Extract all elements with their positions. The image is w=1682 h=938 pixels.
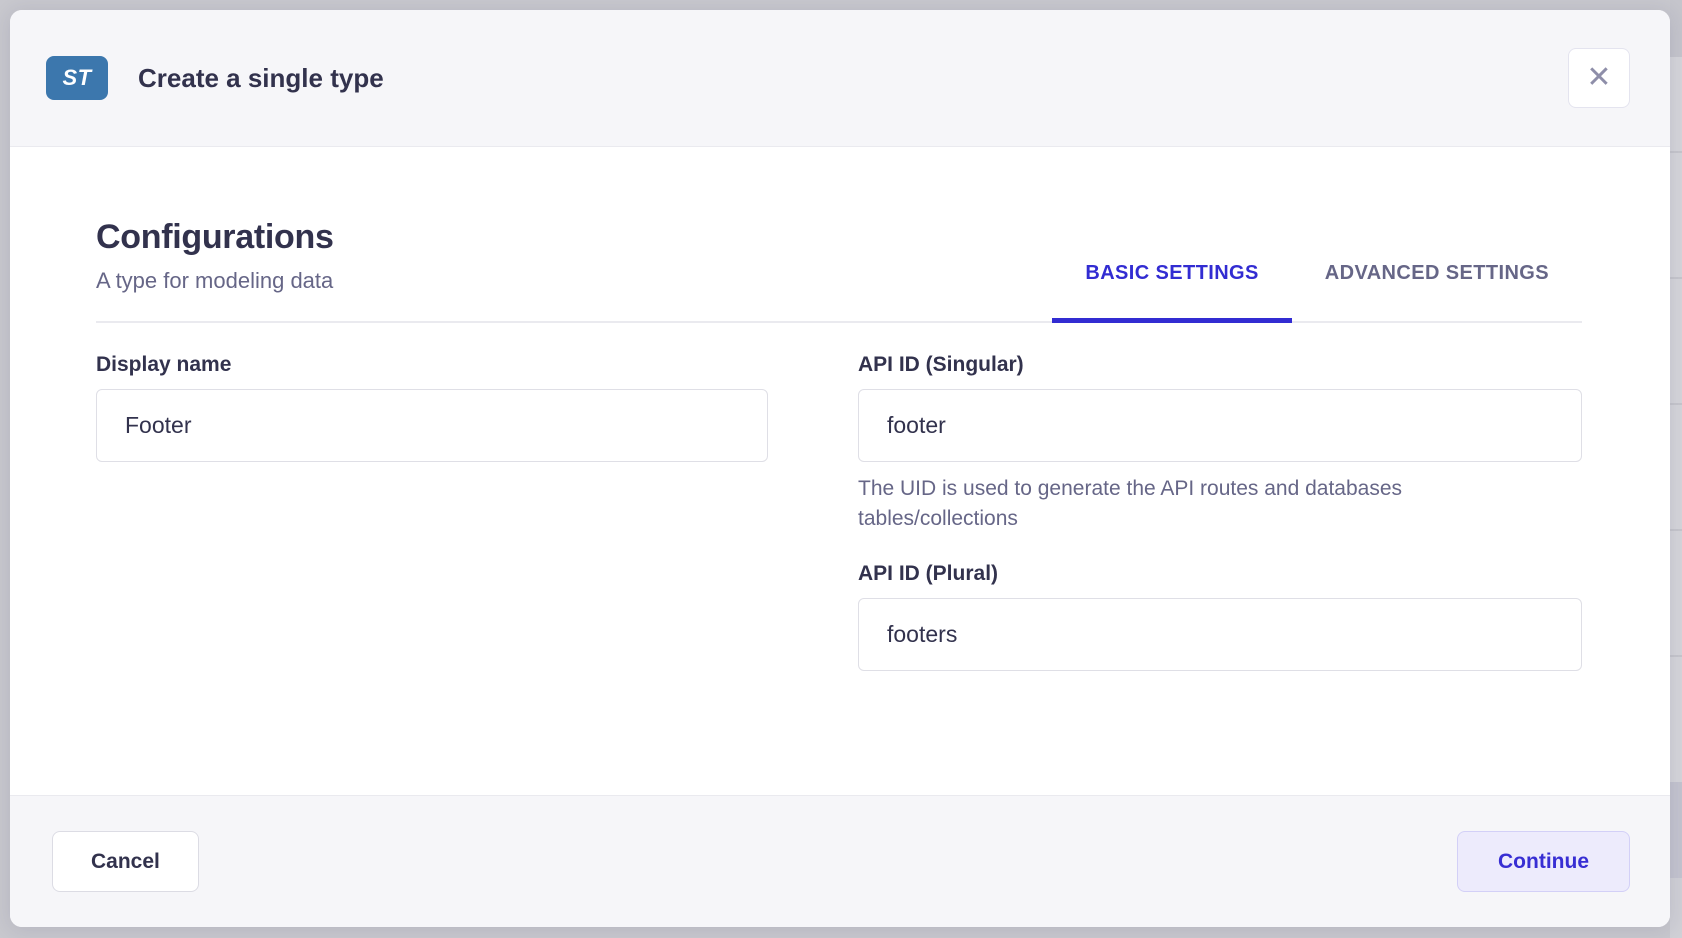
- section-title: Configurations: [96, 218, 334, 257]
- display-name-label: Display name: [96, 353, 768, 377]
- section-header: Configurations A type for modeling data …: [96, 218, 1582, 323]
- api-id-singular-label: API ID (Singular): [858, 353, 1582, 377]
- modal-title: Create a single type: [138, 63, 384, 94]
- close-button[interactable]: ✕: [1568, 48, 1630, 108]
- background-page-row-divider: [1670, 403, 1682, 405]
- api-id-plural-label: API ID (Plural): [858, 562, 1582, 586]
- modal-body: Configurations A type for modeling data …: [10, 147, 1670, 795]
- tab-basic-settings[interactable]: BASIC SETTINGS: [1052, 262, 1291, 321]
- background-page-band: [1670, 878, 1682, 938]
- api-id-singular-input[interactable]: [858, 389, 1582, 462]
- background-page-band: [1670, 782, 1682, 878]
- settings-tabs: BASIC SETTINGS ADVANCED SETTINGS: [1052, 218, 1582, 321]
- configuration-form: Display name API ID (Singular) The UID i…: [96, 353, 1582, 671]
- api-id-singular-field: API ID (Singular) The UID is used to gen…: [858, 353, 1582, 534]
- section-subtitle: A type for modeling data: [96, 267, 334, 295]
- section-titles: Configurations A type for modeling data: [96, 218, 334, 321]
- create-single-type-modal: ST Create a single type ✕ Configurations…: [10, 10, 1670, 927]
- background-page-row-divider: [1670, 277, 1682, 279]
- dimmed-background-page: [1670, 0, 1682, 938]
- api-id-singular-hint: The UID is used to generate the API rout…: [858, 474, 1518, 534]
- display-name-input[interactable]: [96, 389, 768, 462]
- background-page-row-divider: [1670, 529, 1682, 531]
- display-name-field: Display name: [96, 353, 768, 462]
- api-id-column: API ID (Singular) The UID is used to gen…: [858, 353, 1582, 671]
- tab-advanced-settings[interactable]: ADVANCED SETTINGS: [1292, 262, 1582, 321]
- modal-footer: Cancel Continue: [10, 795, 1670, 927]
- continue-button[interactable]: Continue: [1457, 831, 1630, 892]
- api-id-plural-input[interactable]: [858, 598, 1582, 671]
- background-page-band: [1670, 0, 1682, 57]
- cancel-button[interactable]: Cancel: [52, 831, 199, 892]
- api-id-plural-field: API ID (Plural): [858, 562, 1582, 671]
- single-type-badge-icon: ST: [46, 56, 108, 100]
- background-page-row-divider: [1670, 151, 1682, 153]
- background-page-row-divider: [1670, 655, 1682, 657]
- close-icon: ✕: [1586, 63, 1611, 93]
- modal-header: ST Create a single type ✕: [10, 10, 1670, 147]
